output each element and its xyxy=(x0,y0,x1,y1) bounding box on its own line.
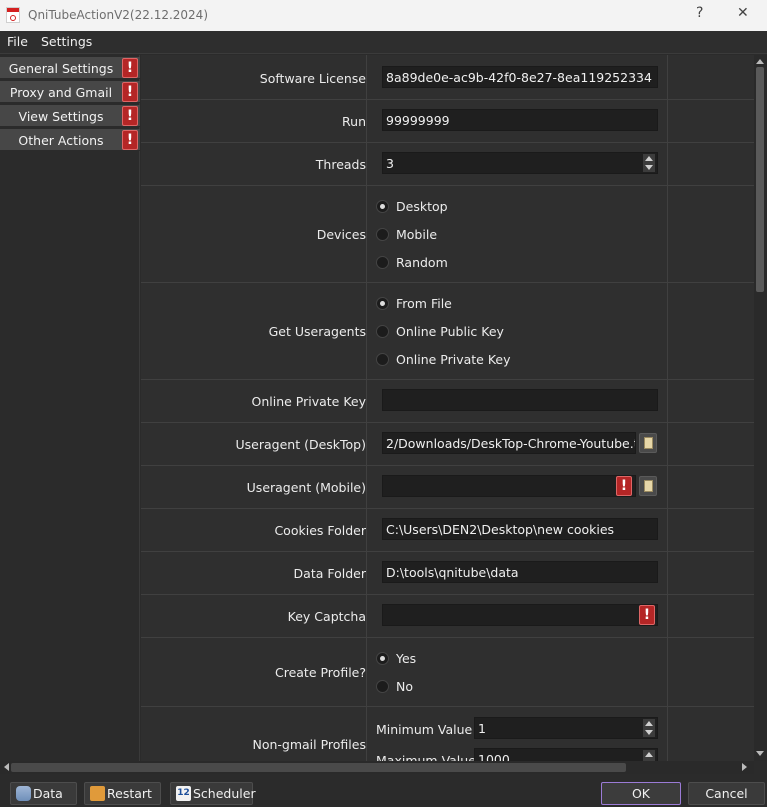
help-button[interactable]: ? xyxy=(696,5,703,21)
restart-button[interactable]: Restart xyxy=(84,782,161,805)
sidebar-item-label: View Settings xyxy=(18,109,104,124)
browse-file-button[interactable] xyxy=(639,476,657,496)
data-button[interactable]: Data xyxy=(10,782,77,805)
cancel-button[interactable]: Cancel xyxy=(688,782,765,805)
database-icon xyxy=(16,786,31,801)
run-label: Run xyxy=(342,114,366,129)
scroll-down-icon[interactable] xyxy=(756,751,764,760)
key-captcha-input[interactable] xyxy=(382,604,658,626)
row-online-private-key: Online Private Key xyxy=(141,380,754,423)
online-private-key-input[interactable] xyxy=(382,389,658,411)
threads-value: 3 xyxy=(386,156,394,171)
bottom-bar: Data Restart 12 Scheduler OK Cancel xyxy=(0,774,767,807)
run-input[interactable]: 99999999 xyxy=(382,109,658,131)
threads-stepper[interactable]: 3 xyxy=(382,152,658,174)
cookies-folder-label: Cookies Folder xyxy=(274,523,366,538)
app-icon xyxy=(6,7,20,23)
row-non-gmail-profiles: Non-gmail Profiles Minimum Value 1 Maxim… xyxy=(141,707,754,761)
sidebar-item-label: Other Actions xyxy=(18,133,104,148)
settings-form: Software License 8a89de0e-ac9b-42f0-8e27… xyxy=(141,55,754,761)
calendar-icon: 12 xyxy=(176,786,191,801)
online-private-key-label: Online Private Key xyxy=(251,394,366,409)
sidebar-item-proxy-and-gmail[interactable]: Proxy and Gmail ! xyxy=(0,81,140,103)
row-devices: Devices Desktop Mobile Random xyxy=(141,186,754,283)
row-cookies-folder: Cookies Folder C:\Users\DEN2\Desktop\new… xyxy=(141,509,754,552)
threads-spin-buttons[interactable] xyxy=(643,154,655,172)
useragent-mobile-label: Useragent (Mobile) xyxy=(246,480,366,495)
row-useragent-mobile: Useragent (Mobile) ! xyxy=(141,466,754,509)
horizontal-scroll-thumb[interactable] xyxy=(11,763,626,772)
vertical-scrollbar[interactable] xyxy=(754,55,767,761)
row-threads: Threads 3 xyxy=(141,143,754,186)
vertical-scroll-thumb[interactable] xyxy=(756,67,764,292)
restart-icon xyxy=(90,786,105,801)
sidebar-item-label: General Settings xyxy=(8,61,114,76)
warning-icon: ! xyxy=(122,58,138,78)
warning-icon: ! xyxy=(122,130,138,150)
sidebar-item-label: Proxy and Gmail xyxy=(9,85,113,100)
data-folder-label: Data Folder xyxy=(293,566,366,581)
title-bar: QniTubeActionV2(22.12.2024) ? ✕ xyxy=(0,0,767,31)
threads-label: Threads xyxy=(315,157,366,172)
scroll-up-icon[interactable] xyxy=(756,55,764,64)
useragent-desktop-input[interactable]: 2/Downloads/DeskTop-Chrome-Youtube.txt xyxy=(382,432,636,454)
warning-icon: ! xyxy=(616,476,632,496)
key-captcha-label: Key Captcha xyxy=(287,609,366,624)
warning-icon: ! xyxy=(122,82,138,102)
maximum-value: 1000 xyxy=(478,752,510,761)
row-software-license: Software License 8a89de0e-ac9b-42f0-8e27… xyxy=(141,55,754,100)
file-icon xyxy=(644,480,653,492)
row-key-captcha: Key Captcha ! xyxy=(141,595,754,638)
maximum-spin-buttons[interactable] xyxy=(643,750,655,761)
horizontal-scrollbar[interactable] xyxy=(0,761,754,774)
row-data-folder: Data Folder D:\tools\qnitube\data xyxy=(141,552,754,595)
non-gmail-profiles-label: Non-gmail Profiles xyxy=(252,737,366,752)
row-get-useragents: Get Useragents From File Online Public K… xyxy=(141,283,754,380)
software-license-label: Software License xyxy=(259,71,366,86)
menu-settings[interactable]: Settings xyxy=(41,34,92,49)
window-title: QniTubeActionV2(22.12.2024) xyxy=(28,8,208,22)
get-useragents-label: Get Useragents xyxy=(268,324,366,339)
useragent-desktop-label: Useragent (DeskTop) xyxy=(235,437,367,452)
minimum-value: 1 xyxy=(478,721,486,736)
minimum-spin-buttons[interactable] xyxy=(643,719,655,737)
scheduler-button[interactable]: 12 Scheduler xyxy=(170,782,256,805)
cookies-folder-input[interactable]: C:\Users\DEN2\Desktop\new cookies xyxy=(382,518,658,540)
useragent-mobile-input[interactable] xyxy=(382,475,636,497)
ok-button[interactable]: OK xyxy=(601,782,681,805)
sidebar-item-general-settings[interactable]: General Settings ! xyxy=(0,57,140,79)
maximum-value-label: Maximum Value xyxy=(376,753,476,761)
sidebar-item-view-settings[interactable]: View Settings ! xyxy=(0,105,140,127)
scroll-right-icon[interactable] xyxy=(742,763,751,771)
devices-label: Devices xyxy=(316,227,366,242)
warning-icon: ! xyxy=(639,605,655,625)
menu-file[interactable]: File xyxy=(7,34,28,49)
row-create-profile: Create Profile? Yes No xyxy=(141,638,754,707)
row-useragent-desktop: Useragent (DeskTop) 2/Downloads/DeskTop-… xyxy=(141,423,754,466)
close-button[interactable]: ✕ xyxy=(737,5,749,21)
file-icon xyxy=(644,437,653,449)
scroll-left-icon[interactable] xyxy=(0,763,9,771)
sidebar: General Settings ! Proxy and Gmail ! Vie… xyxy=(0,55,140,761)
browse-file-button[interactable] xyxy=(639,433,657,453)
create-profile-label: Create Profile? xyxy=(274,665,366,680)
row-run: Run 99999999 xyxy=(141,100,754,143)
sidebar-item-other-actions[interactable]: Other Actions ! xyxy=(0,129,140,151)
software-license-input[interactable]: 8a89de0e-ac9b-42f0-8e27-8ea119252334 xyxy=(382,66,658,88)
maximum-value-stepper[interactable]: 1000 xyxy=(474,748,658,761)
data-folder-input[interactable]: D:\tools\qnitube\data xyxy=(382,561,658,583)
menu-bar: File Settings xyxy=(0,31,767,54)
minimum-value-label: Minimum Value xyxy=(376,722,473,737)
warning-icon: ! xyxy=(122,106,138,126)
minimum-value-stepper[interactable]: 1 xyxy=(474,717,658,739)
